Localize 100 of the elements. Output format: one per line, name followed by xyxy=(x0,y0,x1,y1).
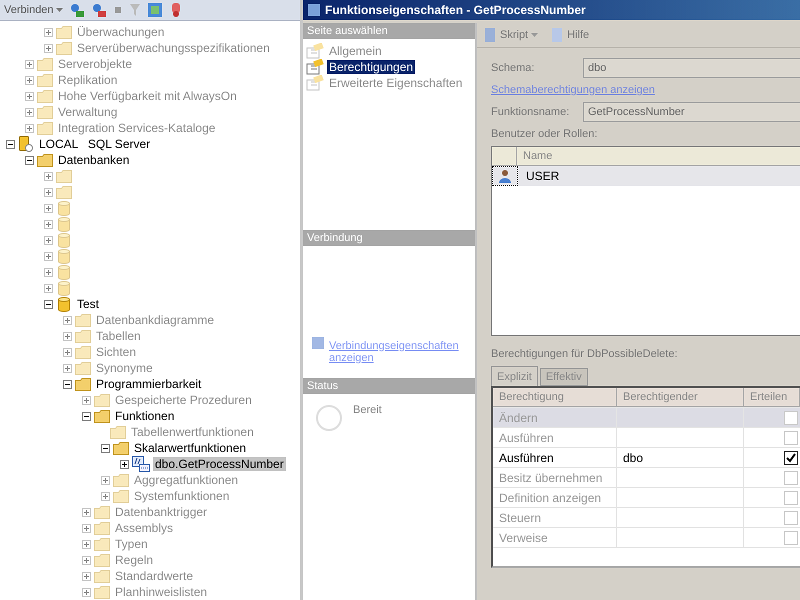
tree-item[interactable]: Systemfunktionen xyxy=(132,489,232,503)
tree-item[interactable]: Typen xyxy=(113,537,150,551)
tree-item[interactable]: Synonyme xyxy=(94,361,155,375)
collapse-icon[interactable] xyxy=(82,412,91,420)
section-header: Seite auswählen xyxy=(303,23,475,39)
schema-link[interactable]: Schemaberechtigungen anzeigen xyxy=(491,84,800,96)
table-cell: Besitz übernehmen xyxy=(493,468,617,487)
folder-icon xyxy=(75,314,91,326)
page-item[interactable]: Allgemein xyxy=(327,44,384,58)
folder-icon xyxy=(56,26,72,38)
table-cell: Verweise xyxy=(493,528,617,547)
tree-item[interactable]: Regeln xyxy=(113,553,156,567)
tree-item[interactable]: Integration Services-Kataloge xyxy=(56,121,218,135)
user-cell[interactable]: USER xyxy=(518,169,560,183)
folder-icon xyxy=(94,538,110,550)
tree-item[interactable]: Tabellen xyxy=(94,329,143,343)
folder-icon xyxy=(37,74,53,86)
page-icon xyxy=(306,43,324,59)
tree-item[interactable]: Funktionen xyxy=(113,409,176,423)
function-icon xyxy=(132,456,150,472)
script-button[interactable]: Skript xyxy=(481,27,540,43)
column-header: Erteilen xyxy=(744,388,800,407)
table-cell: Ausführen xyxy=(493,428,617,447)
folder-icon xyxy=(113,474,129,486)
tree-item[interactable]: Sichten xyxy=(94,345,138,359)
window-title: Funktionseigenschaften - GetProcessNumber xyxy=(325,3,586,17)
collapse-icon[interactable] xyxy=(101,444,110,452)
help-button[interactable]: Hilfe xyxy=(548,27,592,43)
tree-item[interactable]: Test xyxy=(75,297,102,311)
function-name-field[interactable]: GetProcessNumber xyxy=(583,102,800,122)
permissions-caption: Berechtigungen für DbPossibleDelete: xyxy=(491,348,679,360)
folder-icon xyxy=(75,330,91,342)
tree-item[interactable]: Aggregatfunktionen xyxy=(132,473,240,487)
tree-item[interactable]: Überwachungen xyxy=(75,25,166,39)
tab[interactable]: Explizit xyxy=(491,366,538,386)
folder-icon xyxy=(110,426,126,438)
tree-item[interactable]: Hohe Verfügbarkeit mit AlwaysOn xyxy=(56,89,239,103)
folder-icon xyxy=(113,490,129,502)
folder-icon xyxy=(94,394,110,406)
tree-item[interactable]: Planhinweislisten xyxy=(113,585,210,599)
window-icon xyxy=(307,3,321,17)
expand-icon[interactable] xyxy=(120,460,129,468)
connect-icon[interactable] xyxy=(68,2,85,18)
schema-field[interactable]: dbo xyxy=(583,58,800,78)
connection-link[interactable]: Verbindungseigenschaften anzeigen xyxy=(329,340,467,364)
field-label: Schema: xyxy=(491,62,536,74)
column-header: Berechtigender xyxy=(617,388,744,407)
progress-icon xyxy=(315,404,343,432)
status-text: Bereit xyxy=(353,404,382,416)
stop-icon[interactable] xyxy=(112,5,123,15)
page-icon xyxy=(306,59,324,75)
folder-icon xyxy=(37,154,53,166)
column-header: Name xyxy=(522,149,554,164)
tree-item[interactable]: Replikation xyxy=(56,73,120,87)
tree-item[interactable]: Tabellenwertfunktionen xyxy=(129,425,256,439)
folder-icon xyxy=(94,506,110,518)
grant-checkbox[interactable] xyxy=(784,450,798,464)
database-icon xyxy=(58,216,70,232)
tree-item[interactable]: dbo.GetProcessNumber xyxy=(153,457,286,471)
database-icon xyxy=(58,280,70,296)
collapse-icon[interactable] xyxy=(25,156,34,164)
folder-icon xyxy=(75,346,91,358)
folder-icon xyxy=(75,378,91,390)
tab[interactable]: Effektiv xyxy=(540,368,588,386)
database-icon xyxy=(58,296,70,312)
tree-item[interactable]: Skalarwertfunktionen xyxy=(132,441,248,455)
tree-item[interactable]: Standardwerte xyxy=(113,569,196,583)
tree-item[interactable]: Datenbanken xyxy=(56,153,132,167)
tree-item[interactable]: Gespeicherte Prozeduren xyxy=(113,393,254,407)
database-icon xyxy=(58,232,70,248)
page-item[interactable]: Berechtigungen xyxy=(327,60,416,74)
collapse-icon[interactable] xyxy=(6,140,15,148)
tree-item[interactable]: Programmierbarkeit xyxy=(94,377,204,391)
tree-item[interactable]: Datenbankdiagramme xyxy=(94,313,216,327)
folder-icon xyxy=(94,410,110,422)
tree-item[interactable]: LOCAL SQL Server xyxy=(37,137,152,151)
page-item[interactable]: Erweiterte Eigenschaften xyxy=(327,76,464,90)
disconnect-icon[interactable] xyxy=(90,2,107,18)
tree-item[interactable]: Serverüberwachungsspezifikationen xyxy=(75,41,272,55)
caret-icon xyxy=(531,33,538,37)
tree-item[interactable]: Serverobjekte xyxy=(56,57,134,71)
tree-item[interactable]: Datenbanktrigger xyxy=(113,505,210,519)
table-cell: Steuern xyxy=(493,508,617,527)
connect-button[interactable]: Verbinden xyxy=(4,4,63,16)
folder-icon xyxy=(37,90,53,102)
database-icon xyxy=(58,200,70,216)
collapse-icon[interactable] xyxy=(63,380,72,388)
page-icon xyxy=(306,75,324,91)
folder-icon xyxy=(37,122,53,134)
tree-item[interactable]: Verwaltung xyxy=(56,105,120,119)
folder-icon xyxy=(94,554,110,566)
folder-icon xyxy=(56,186,72,198)
folder-icon xyxy=(37,58,53,70)
table-cell: Definition anzeigen xyxy=(493,488,617,507)
database-icon xyxy=(58,264,70,280)
refresh-icon[interactable] xyxy=(146,2,163,18)
users-caption: Benutzer oder Rollen: xyxy=(491,128,598,140)
collapse-icon[interactable] xyxy=(44,300,53,308)
tree-item[interactable]: Assemblys xyxy=(113,521,176,535)
section-header: Verbindung xyxy=(303,230,475,246)
